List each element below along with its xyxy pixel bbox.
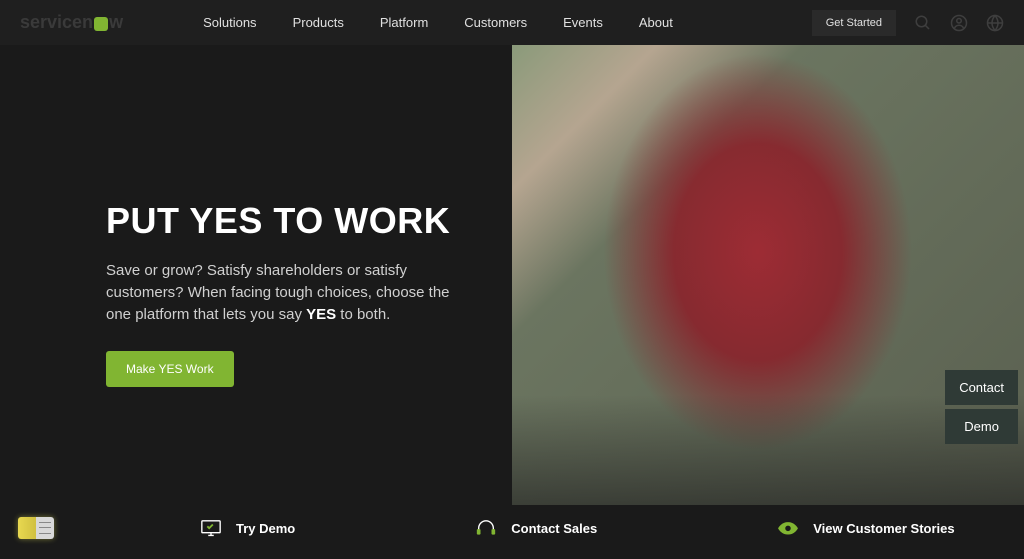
user-icon[interactable] bbox=[950, 14, 968, 32]
hero-desc-part1: Save or grow? Satisfy shareholders or sa… bbox=[106, 262, 450, 323]
try-demo-link[interactable]: Try Demo bbox=[200, 519, 295, 537]
hero-description: Save or grow? Satisfy shareholders or sa… bbox=[106, 260, 476, 325]
bottom-bar: Try Demo Contact Sales View Customer Sto… bbox=[0, 505, 1024, 537]
hero-text-section: PUT YES TO WORK Save or grow? Satisfy sh… bbox=[0, 45, 512, 505]
try-demo-label: Try Demo bbox=[236, 521, 295, 536]
contact-sales-link[interactable]: Contact Sales bbox=[475, 519, 597, 537]
nav-platform[interactable]: Platform bbox=[380, 15, 428, 30]
make-yes-work-button[interactable]: Make YES Work bbox=[106, 351, 234, 387]
eye-icon bbox=[777, 519, 799, 537]
demo-side-button[interactable]: Demo bbox=[945, 409, 1018, 444]
main-nav: Solutions Products Platform Customers Ev… bbox=[203, 15, 812, 30]
get-started-button[interactable]: Get Started bbox=[812, 10, 896, 36]
search-icon[interactable] bbox=[914, 14, 932, 32]
nav-about[interactable]: About bbox=[639, 15, 673, 30]
logo-text-suffix: w bbox=[109, 12, 123, 33]
hero-desc-bold: YES bbox=[306, 306, 336, 323]
view-stories-link[interactable]: View Customer Stories bbox=[777, 519, 954, 537]
badge-left bbox=[18, 517, 36, 539]
logo-accent-icon bbox=[94, 17, 108, 31]
logo-text-prefix: servicen bbox=[20, 12, 93, 33]
window-badge-icon[interactable] bbox=[18, 517, 54, 539]
view-stories-label: View Customer Stories bbox=[813, 521, 954, 536]
globe-icon[interactable] bbox=[986, 14, 1004, 32]
main-content: PUT YES TO WORK Save or grow? Satisfy sh… bbox=[0, 45, 1024, 505]
nav-events[interactable]: Events bbox=[563, 15, 603, 30]
badge-right bbox=[36, 517, 54, 539]
hero-title: PUT YES TO WORK bbox=[106, 200, 512, 242]
side-buttons: Contact Demo bbox=[945, 370, 1018, 444]
header: servicen w Solutions Products Platform C… bbox=[0, 0, 1024, 45]
nav-solutions[interactable]: Solutions bbox=[203, 15, 256, 30]
logo[interactable]: servicen w bbox=[20, 12, 123, 33]
contact-side-button[interactable]: Contact bbox=[945, 370, 1018, 405]
nav-customers[interactable]: Customers bbox=[464, 15, 527, 30]
headset-icon bbox=[475, 519, 497, 537]
contact-sales-label: Contact Sales bbox=[511, 521, 597, 536]
nav-products[interactable]: Products bbox=[293, 15, 344, 30]
header-right: Get Started bbox=[812, 10, 1004, 36]
hero-desc-part2: to both. bbox=[336, 306, 390, 323]
monitor-icon bbox=[200, 519, 222, 537]
